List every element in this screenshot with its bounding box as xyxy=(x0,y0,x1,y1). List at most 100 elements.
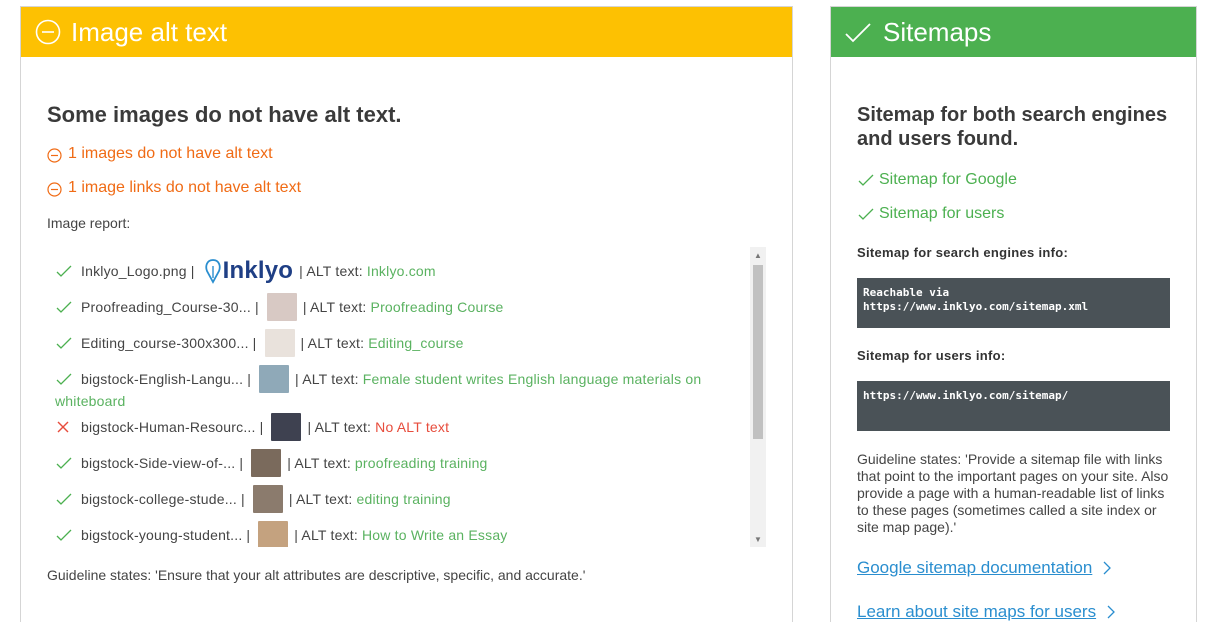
sitemaps-panel: Sitemaps Sitemap for both search engines… xyxy=(830,6,1197,622)
image-thumbnail xyxy=(271,413,302,441)
checkmark-icon xyxy=(843,19,873,45)
separator: | xyxy=(246,527,251,543)
chevron-right-icon xyxy=(1106,604,1116,620)
alt-text-value: Inklyo.com xyxy=(366,263,436,279)
image-filename: bigstock-English-Langu... xyxy=(81,371,244,387)
image-report-row: bigstock-Human-Resourc... | | ALT text: … xyxy=(55,413,736,441)
separator: | xyxy=(239,455,244,471)
sitemap-guideline: Guideline states: 'Provide a sitemap fil… xyxy=(857,451,1169,535)
code-line: https://www.inklyo.com/sitemap/ xyxy=(863,389,1069,402)
image-filename: bigstock-young-student... xyxy=(81,527,243,543)
checkmark-icon xyxy=(55,336,81,350)
checkmark-icon xyxy=(857,173,875,187)
scroll-down-arrow-icon[interactable]: ▼ xyxy=(750,531,766,547)
panel-title: Image alt text xyxy=(71,16,228,47)
image-filename: bigstock-Side-view-of-... xyxy=(81,455,236,471)
image-report-row: bigstock-English-Langu... | | ALT text: … xyxy=(55,365,736,409)
alt-text-value-continued: whiteboard xyxy=(55,393,126,409)
alt-text-label: | ALT text: xyxy=(294,527,358,543)
image-alt-text-panel: Image alt text Some images do not have a… xyxy=(20,6,793,622)
alt-text-label: | ALT text: xyxy=(307,419,372,435)
sitemap-users-check: Sitemap for users xyxy=(857,205,1170,223)
alt-text-value: proofreading training xyxy=(354,455,488,471)
separator: | xyxy=(190,263,195,279)
site-maps-users-link[interactable]: Learn about site maps for users xyxy=(857,602,1170,622)
image-report-label: Image report: xyxy=(47,215,131,231)
checkmark-icon xyxy=(55,492,81,506)
scrollbar-thumb[interactable] xyxy=(753,265,763,439)
image-thumbnail xyxy=(252,485,283,513)
chevron-right-icon xyxy=(1102,560,1112,576)
check-text: Sitemap for Google xyxy=(879,171,1017,188)
image-thumbnail xyxy=(264,329,295,357)
image-filename: bigstock-Human-Resourc... xyxy=(81,419,256,435)
alt-text-headline: Some images do not have alt text. xyxy=(47,102,402,127)
checkmark-icon xyxy=(857,207,875,221)
warning-text: 1 image links do not have alt text xyxy=(68,179,302,196)
image-thumbnail xyxy=(251,449,282,477)
image-report-row: bigstock-Side-view-of-... | | ALT text: … xyxy=(55,449,736,477)
image-thumbnail xyxy=(258,521,289,547)
image-thumbnail xyxy=(259,365,290,393)
alt-text-label: | ALT text: xyxy=(300,335,365,351)
image-filename: Inklyo_Logo.png xyxy=(81,263,187,279)
sitemaps-header[interactable]: Sitemaps xyxy=(831,7,1196,57)
image-report-list[interactable]: Inklyo_Logo.png | Inklyo | ALT text: Inkl… xyxy=(47,247,766,547)
warning-text: 1 images do not have alt text xyxy=(68,145,273,162)
alt-text-value: How to Write an Essay xyxy=(361,527,508,543)
minus-circle-icon xyxy=(47,181,62,197)
image-filename: Proofreading_Course-30... xyxy=(81,299,251,315)
separator: | xyxy=(247,371,252,387)
alt-text-value: Proofreading Course xyxy=(370,299,504,315)
alt-text-label: | ALT text: xyxy=(287,455,351,471)
code-line: https://www.inklyo.com/sitemap.xml xyxy=(863,300,1089,313)
search-engines-info-label: Sitemap for search engines info: xyxy=(857,245,1069,260)
search-engines-code-box: Reachable via https://www.inklyo.com/sit… xyxy=(857,278,1170,328)
alt-text-label: | ALT text: xyxy=(302,299,367,315)
alt-text-value: No ALT text xyxy=(375,419,450,435)
users-info-label: Sitemap for users info: xyxy=(857,348,1006,363)
panel-title: Sitemaps xyxy=(883,16,992,47)
minus-circle-icon xyxy=(35,19,61,45)
google-sitemap-docs-link[interactable]: Google sitemap documentation xyxy=(857,558,1170,578)
link-text[interactable]: Learn about site maps for users xyxy=(857,602,1096,622)
checkmark-icon xyxy=(55,300,81,314)
image-filename: Editing_course-300x300... xyxy=(81,335,249,351)
checkmark-icon xyxy=(55,528,81,542)
scroll-up-arrow-icon[interactable]: ▲ xyxy=(750,247,766,263)
separator: | xyxy=(255,299,259,315)
warning-image-links-no-alt: 1 image links do not have alt text xyxy=(47,179,766,197)
link-text[interactable]: Google sitemap documentation xyxy=(857,558,1092,578)
pen-nib-icon xyxy=(204,259,221,284)
separator: | xyxy=(259,419,264,435)
code-line: Reachable via xyxy=(863,286,950,299)
cross-icon xyxy=(55,419,81,435)
separator: | xyxy=(240,491,245,507)
image-filename: bigstock-college-stude... xyxy=(81,491,237,507)
image-alt-text-header[interactable]: Image alt text xyxy=(21,7,792,57)
sitemap-google-check: Sitemap for Google xyxy=(857,171,1170,189)
alt-text-label: | ALT text: xyxy=(299,263,363,279)
alt-text-value: Editing_course xyxy=(368,335,464,351)
alt-text-value: editing training xyxy=(356,491,451,507)
warning-images-no-alt: 1 images do not have alt text xyxy=(47,145,766,163)
image-report-row: Proofreading_Course-30... | | ALT text: … xyxy=(55,293,736,321)
image-report-row: bigstock-college-stude... | | ALT text: … xyxy=(55,485,736,513)
checkmark-icon xyxy=(55,264,81,278)
sitemap-headline: Sitemap for both search engines and user… xyxy=(857,104,1168,150)
logo-text: Inklyo xyxy=(222,257,294,284)
minus-circle-icon xyxy=(47,147,62,163)
image-report-row: bigstock-young-student... | | ALT text: … xyxy=(55,521,736,547)
image-thumbnail xyxy=(266,293,297,321)
alt-text-guideline: Guideline states: 'Ensure that your alt … xyxy=(47,567,586,583)
image-report-row: Inklyo_Logo.png | Inklyo | ALT text: Inkl… xyxy=(55,257,736,285)
alt-text-label: | ALT text: xyxy=(295,371,359,387)
alt-text-label: | ALT text: xyxy=(288,491,353,507)
checkmark-icon xyxy=(55,456,81,470)
image-report-row: Editing_course-300x300... | | ALT text: … xyxy=(55,329,736,357)
checkmark-icon xyxy=(55,372,81,386)
image-report-scrollbar[interactable]: ▲ ▼ xyxy=(750,247,766,547)
inklyo-logo-thumbnail: Inklyo xyxy=(203,257,294,285)
users-code-box: https://www.inklyo.com/sitemap/ xyxy=(857,381,1170,431)
check-text: Sitemap for users xyxy=(879,205,1005,222)
